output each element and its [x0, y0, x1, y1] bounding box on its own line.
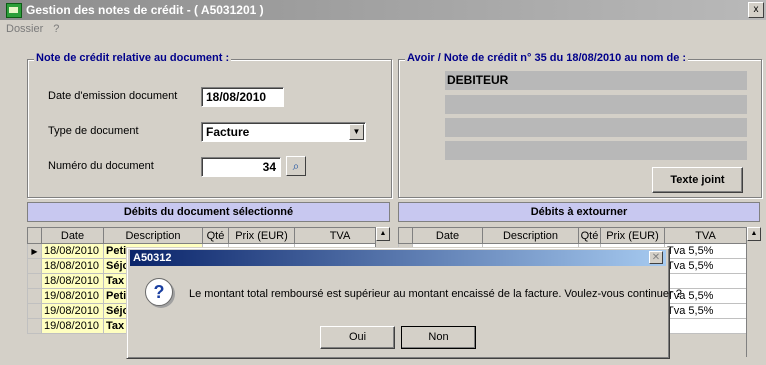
type-select[interactable]: Facture ▼ [201, 122, 366, 142]
col-tva[interactable]: TVA [294, 227, 386, 244]
cell-tva: Tva 5,5% [664, 243, 747, 259]
dialog-title: A50312 [133, 252, 172, 264]
scroll-up-icon[interactable]: ▲ [376, 227, 390, 241]
col-description[interactable]: Description [482, 227, 579, 244]
title-bar: Gestion des notes de crédit - ( A5031201… [0, 0, 766, 20]
debtor-name: DEBITEUR [447, 73, 509, 87]
dialog-close-icon[interactable]: ✕ [649, 251, 663, 264]
name-line-2 [445, 95, 747, 114]
type-label: Type de document [48, 125, 139, 137]
app-icon [6, 3, 22, 18]
row-selector [27, 273, 42, 289]
cell-tva: Tva 5,5% [664, 303, 747, 319]
window-title: Gestion des notes de crédit - ( A5031201… [26, 3, 264, 17]
date-field[interactable]: 18/08/2010 [201, 87, 284, 107]
row-selector-header [27, 227, 42, 244]
col-qty[interactable]: Qté [578, 227, 601, 244]
dialog-message: Le montant total remboursé est supérieur… [189, 288, 682, 300]
row-selector [27, 318, 42, 334]
col-date[interactable]: Date [41, 227, 104, 244]
dialog-title-bar: A50312 ✕ [130, 250, 666, 266]
current-row-marker: ▶ [27, 243, 42, 259]
question-icon: ? [145, 278, 173, 306]
col-description[interactable]: Description [103, 227, 203, 244]
col-price[interactable]: Prix (EUR) [228, 227, 295, 244]
name-line-4 [445, 141, 747, 160]
num-label: Numéro du document [48, 160, 154, 172]
chevron-down-icon[interactable]: ▼ [349, 124, 364, 140]
confirm-dialog: A50312 ✕ ? Le montant total remboursé es… [126, 247, 682, 359]
row-selector [27, 288, 42, 304]
row-selector-header [398, 227, 413, 244]
row-selector [27, 303, 42, 319]
main-window: Gestion des notes de crédit - ( A5031201… [0, 0, 766, 365]
date-label: Date d'emission document [48, 90, 178, 102]
document-group: Note de crédit relative au document : Da… [27, 52, 392, 198]
scroll-up-icon[interactable]: ▲ [747, 227, 761, 241]
cell-date: 19/08/2010 [41, 318, 104, 334]
no-button[interactable]: Non [401, 326, 476, 349]
menu-dossier[interactable]: Dossier [6, 23, 43, 35]
cell-date: 18/08/2010 [41, 258, 104, 274]
close-icon[interactable]: x [748, 2, 764, 18]
selected-document-debits-header: Débits du document sélectionné [27, 202, 390, 222]
type-select-value: Facture [206, 125, 250, 139]
cell-tva [664, 318, 747, 334]
right-table-scrollbar[interactable]: ▲ [746, 227, 761, 357]
menu-help[interactable]: ? [53, 23, 59, 35]
col-qty[interactable]: Qté [202, 227, 229, 244]
cell-date: 18/08/2010 [41, 273, 104, 289]
attached-text-button[interactable]: Texte joint [652, 167, 743, 193]
cell-tva: Tva 5,5% [664, 258, 747, 274]
col-date[interactable]: Date [412, 227, 483, 244]
col-price[interactable]: Prix (EUR) [600, 227, 665, 244]
name-line-1: DEBITEUR [445, 71, 747, 90]
cell-date: 18/08/2010 [41, 243, 104, 259]
row-selector [27, 258, 42, 274]
search-icon[interactable]: ⌕ [286, 156, 306, 176]
credit-note-group-title: Avoir / Note de crédit n° 35 du 18/08/20… [405, 52, 689, 64]
document-number-field[interactable]: 34 [201, 157, 281, 177]
cell-tva [664, 273, 747, 289]
name-line-3 [445, 118, 747, 137]
debits-to-reverse-header: Débits à extourner [398, 202, 760, 222]
cell-date: 19/08/2010 [41, 303, 104, 319]
menu-bar: Dossier? [0, 20, 766, 38]
yes-button[interactable]: Oui [320, 326, 395, 349]
document-group-title: Note de crédit relative au document : [34, 52, 232, 64]
cell-date: 19/08/2010 [41, 288, 104, 304]
col-tva[interactable]: TVA [664, 227, 747, 244]
